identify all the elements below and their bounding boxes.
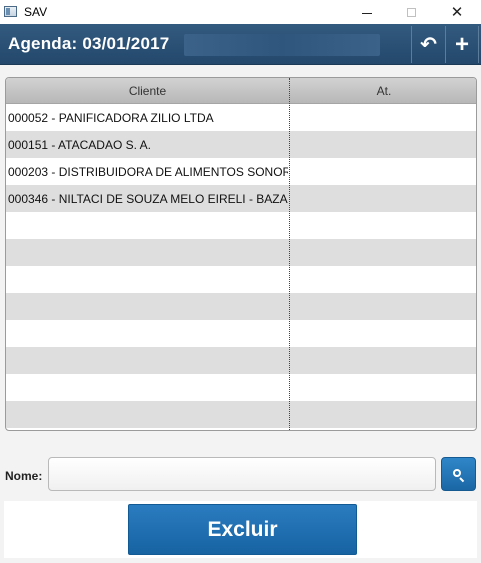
app-icon — [4, 6, 17, 17]
cell-cliente: 000346 - NILTACI DE SOUZA MELO EIRELI - … — [8, 192, 288, 206]
table-row[interactable] — [6, 374, 476, 401]
table-header: Cliente At. — [6, 78, 476, 104]
table-row[interactable]: 000203 - DISTRIBUIDORA DE ALIMENTOS SONO… — [6, 158, 476, 185]
close-button[interactable]: ✕ — [434, 0, 480, 24]
table-row[interactable] — [6, 401, 476, 428]
table-row[interactable] — [6, 266, 476, 293]
app-window: SAV ✕ Agenda: 03/01/2017 ↶ + Cliente At.… — [0, 0, 481, 563]
excluir-button[interactable]: Excluir — [128, 504, 357, 555]
redacted-header-area — [184, 34, 380, 56]
plus-icon: + — [454, 30, 469, 58]
maximize-button[interactable] — [388, 0, 434, 24]
agenda-header: Agenda: 03/01/2017 ↶ + — [0, 24, 481, 65]
nome-input[interactable] — [48, 457, 436, 491]
table-row[interactable] — [6, 320, 476, 347]
cell-cliente: 000151 - ATACADAO S. A. — [8, 138, 151, 152]
column-divider — [289, 78, 290, 430]
undo-icon: ↶ — [420, 34, 437, 56]
close-icon: ✕ — [450, 4, 464, 21]
window-title: SAV — [24, 5, 48, 19]
minimize-button[interactable] — [344, 0, 390, 24]
minimize-icon — [362, 12, 372, 14]
search-button[interactable] — [441, 457, 476, 491]
nome-label: Nome: — [5, 469, 43, 483]
column-header-at[interactable]: At. — [290, 84, 476, 98]
agenda-title: Agenda: 03/01/2017 — [8, 34, 170, 53]
table-row[interactable]: 000151 - ATACADAO S. A. — [6, 131, 476, 158]
column-header-cliente[interactable]: Cliente — [6, 84, 289, 98]
maximize-icon — [406, 7, 416, 17]
table-row[interactable] — [6, 293, 476, 320]
clientes-table: Cliente At. 000052 - PANIFICADORA ZILIO … — [5, 77, 477, 431]
table-row[interactable] — [6, 212, 476, 239]
table-row[interactable] — [6, 239, 476, 266]
table-row[interactable]: 000346 - NILTACI DE SOUZA MELO EIRELI - … — [6, 185, 476, 212]
add-button[interactable]: + — [445, 26, 479, 63]
cell-cliente: 000052 - PANIFICADORA ZILIO LTDA — [8, 111, 214, 125]
table-row[interactable] — [6, 347, 476, 374]
cell-cliente: 000203 - DISTRIBUIDORA DE ALIMENTOS SONO… — [8, 165, 288, 179]
table-row[interactable]: 000052 - PANIFICADORA ZILIO LTDA — [6, 104, 476, 131]
undo-button[interactable]: ↶ — [411, 26, 445, 63]
search-icon — [453, 468, 465, 482]
title-bar: SAV ✕ — [0, 0, 481, 24]
